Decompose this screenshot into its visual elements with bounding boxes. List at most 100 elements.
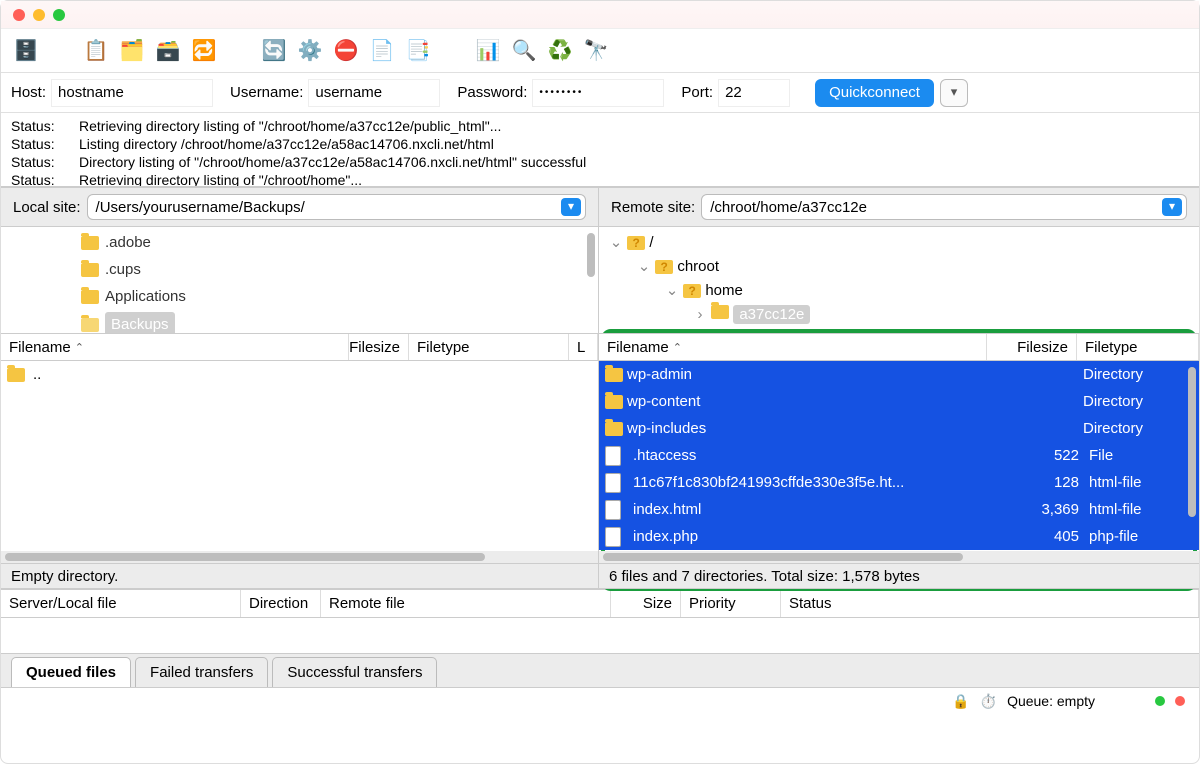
col-filetype[interactable]: Filetype bbox=[1085, 339, 1138, 356]
reload-icon[interactable]: ♻️ bbox=[545, 36, 575, 66]
sort-asc-icon: ⌃ bbox=[75, 341, 84, 354]
zoom-window-icon[interactable] bbox=[53, 9, 65, 21]
chevron-down-icon[interactable]: ▾ bbox=[561, 198, 581, 216]
port-label: Port: bbox=[681, 84, 713, 101]
file-row[interactable]: wp-includesDirectory bbox=[599, 415, 1199, 442]
host-label: Host: bbox=[11, 84, 46, 101]
col-size[interactable]: Size bbox=[643, 595, 672, 612]
file-icon bbox=[605, 500, 621, 520]
message-log[interactable]: Status: Retrieving directory listing of "… bbox=[1, 113, 1199, 187]
col-remote[interactable]: Remote file bbox=[329, 595, 405, 612]
file-row[interactable]: .htaccess522File bbox=[599, 442, 1199, 469]
col-filesize[interactable]: Filesize bbox=[1017, 339, 1068, 356]
quickconnect-button[interactable]: Quickconnect bbox=[815, 79, 934, 107]
local-tree[interactable]: .adobe .cups Applications Backups bbox=[1, 227, 598, 333]
tab-queued[interactable]: Queued files bbox=[11, 657, 131, 687]
tree-folder: Applications bbox=[81, 285, 186, 309]
file-type: html-file bbox=[1079, 501, 1199, 518]
tab-failed[interactable]: Failed transfers bbox=[135, 657, 268, 687]
expand-toggle-icon[interactable]: ⌄ bbox=[609, 231, 623, 255]
toggle-queue-icon[interactable]: 🗃️ bbox=[153, 36, 183, 66]
tree-folder[interactable]: chroot bbox=[677, 258, 719, 275]
search-icon[interactable]: 🔍 bbox=[509, 36, 539, 66]
col-filename[interactable]: Filename bbox=[9, 339, 71, 356]
quickconnect-dropdown-icon[interactable]: ▾ bbox=[940, 79, 968, 107]
main-toolbar: 🗄️ 📋 🗂️ 🗃️ 🔁 🔄 ⚙️ ⛔ 📄 📑 📊 🔍 ♻️ 🔭 bbox=[1, 29, 1199, 73]
file-row[interactable]: 11c67f1c830bf241993cffde330e3f5e.ht...12… bbox=[599, 469, 1199, 496]
remote-path-input[interactable]: /chroot/home/a37cc12e ▾ bbox=[701, 194, 1187, 220]
local-site-label: Local site: bbox=[13, 199, 81, 216]
col-lastmod[interactable]: L bbox=[577, 339, 585, 356]
file-row[interactable]: wp-adminDirectory bbox=[599, 361, 1199, 388]
parent-dir-row[interactable]: .. bbox=[1, 361, 598, 388]
tree-folder-selected[interactable]: a37cc12e bbox=[733, 305, 810, 324]
minimize-window-icon[interactable] bbox=[33, 9, 45, 21]
col-priority[interactable]: Priority bbox=[689, 595, 736, 612]
sitemanager-icon[interactable]: 🗄️ bbox=[11, 36, 41, 66]
password-input[interactable] bbox=[533, 80, 663, 106]
file-type: html-file bbox=[1079, 474, 1199, 491]
file-name: index.html bbox=[629, 501, 989, 518]
host-input[interactable] bbox=[52, 80, 212, 106]
username-input[interactable] bbox=[309, 80, 439, 106]
expand-toggle-icon[interactable]: ⌄ bbox=[665, 279, 679, 303]
col-filesize[interactable]: Filesize bbox=[349, 339, 400, 356]
col-status[interactable]: Status bbox=[789, 595, 832, 612]
file-row[interactable]: index.php405php-file bbox=[599, 523, 1199, 550]
file-type: File bbox=[1079, 447, 1199, 464]
file-icon bbox=[605, 473, 621, 493]
queue-body[interactable] bbox=[1, 618, 1199, 654]
tree-folder[interactable]: home bbox=[705, 282, 743, 299]
log-line: Retrieving directory listing of "/chroot… bbox=[79, 117, 501, 135]
col-filetype[interactable]: Filetype bbox=[417, 339, 470, 356]
refresh-icon[interactable]: 🔄 bbox=[259, 36, 289, 66]
tree-folder: .adobe bbox=[81, 231, 151, 255]
h-scrollbar[interactable] bbox=[1, 551, 598, 563]
cancel-icon[interactable]: ⛔ bbox=[331, 36, 361, 66]
file-row[interactable]: index.html3,369html-file bbox=[599, 496, 1199, 523]
filter-icon[interactable]: ⚙️ bbox=[295, 36, 325, 66]
password-label: Password: bbox=[457, 84, 527, 101]
local-path-input[interactable]: /Users/yourusername/Backups/ ▾ bbox=[87, 194, 586, 220]
h-scrollbar[interactable] bbox=[599, 551, 1199, 563]
tree-root[interactable]: / bbox=[649, 234, 653, 251]
speedlimit-icon[interactable]: ⏱️ bbox=[980, 693, 997, 710]
local-file-header[interactable]: Filename ⌃ Filesize Filetype L bbox=[1, 333, 598, 361]
lock-icon[interactable]: 🔒 bbox=[952, 693, 969, 710]
file-name: wp-admin bbox=[623, 366, 983, 383]
queue-tabs: Queued files Failed transfers Successful… bbox=[1, 654, 1199, 688]
port-input[interactable] bbox=[719, 80, 789, 106]
log-line: Retrieving directory listing of "/chroot… bbox=[79, 171, 362, 187]
col-filename[interactable]: Filename bbox=[607, 339, 669, 356]
file-row[interactable]: wp-contentDirectory bbox=[599, 388, 1199, 415]
col-direction[interactable]: Direction bbox=[249, 595, 308, 612]
folder-unknown-icon: ? bbox=[683, 284, 701, 298]
remote-path-value: /chroot/home/a37cc12e bbox=[710, 199, 1162, 216]
tree-folder: .cups bbox=[81, 258, 141, 282]
disconnect-icon[interactable]: 📄 bbox=[367, 36, 397, 66]
chevron-down-icon[interactable]: ▾ bbox=[1162, 198, 1182, 216]
scrollbar-thumb[interactable] bbox=[587, 233, 595, 277]
queue-header[interactable]: Server/Local file Direction Remote file … bbox=[1, 590, 1199, 618]
reconnect-icon[interactable]: 📑 bbox=[403, 36, 433, 66]
local-file-list[interactable]: .. bbox=[1, 361, 598, 551]
remote-tree[interactable]: ⌄ ? / ⌄ ? chroot ⌄ ? home › a37cc12e bbox=[599, 227, 1199, 333]
close-window-icon[interactable] bbox=[13, 9, 25, 21]
local-status: Empty directory. bbox=[1, 563, 598, 589]
scrollbar-thumb[interactable] bbox=[1188, 367, 1196, 517]
log-line: Directory listing of "/chroot/home/a37cc… bbox=[79, 153, 586, 171]
compare-icon[interactable]: 📊 bbox=[473, 36, 503, 66]
expand-toggle-icon[interactable]: › bbox=[693, 303, 707, 327]
remote-file-list[interactable]: wp-adminDirectorywp-contentDirectorywp-i… bbox=[599, 361, 1199, 551]
remote-file-header[interactable]: Filename⌃ Filesize Filetype bbox=[599, 333, 1199, 361]
toggle-log-icon[interactable]: 📋 bbox=[81, 36, 111, 66]
expand-toggle-icon[interactable]: ⌄ bbox=[637, 255, 651, 279]
toggle-tree-icon[interactable]: 🗂️ bbox=[117, 36, 147, 66]
local-path-value: /Users/yourusername/Backups/ bbox=[96, 199, 561, 216]
binoculars-icon[interactable]: 🔭 bbox=[581, 36, 611, 66]
tab-success[interactable]: Successful transfers bbox=[272, 657, 437, 687]
sync-browse-icon[interactable]: 🔁 bbox=[189, 36, 219, 66]
col-server[interactable]: Server/Local file bbox=[9, 595, 117, 612]
log-status-label: Status: bbox=[11, 117, 61, 135]
folder-icon bbox=[7, 368, 25, 382]
